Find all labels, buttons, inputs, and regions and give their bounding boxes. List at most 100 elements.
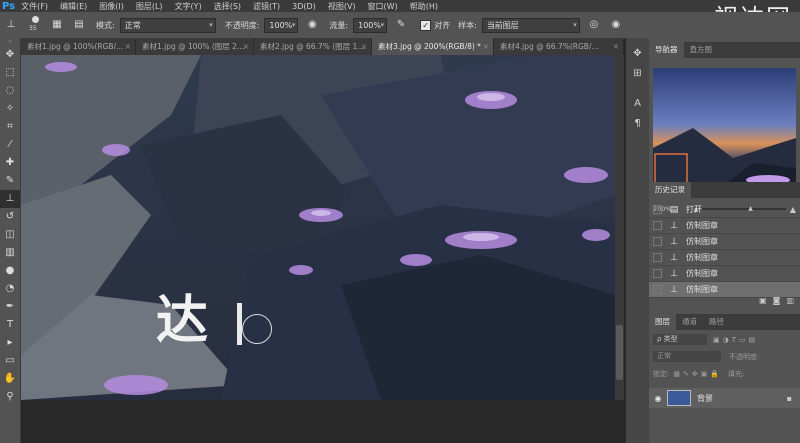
flow-input[interactable]: 100% — [353, 17, 388, 33]
opacity-label: 不透明度: — [224, 20, 260, 30]
tab-doc-4-active[interactable]: 素材3.jpg @ 200%(RGB/8) * × — [372, 38, 494, 55]
snapshot-camera-icon[interactable]: ◙ — [773, 296, 781, 305]
history-item[interactable]: ⊥ 仿制图章 — [649, 266, 800, 282]
history-item[interactable]: ⊥ 仿制图章 — [649, 218, 800, 234]
gradient-tool-icon[interactable]: ▥ — [0, 244, 20, 262]
lasso-tool-icon[interactable]: ◌ — [0, 82, 20, 100]
history-checkbox[interactable] — [653, 205, 662, 214]
blend-mode-select[interactable]: 正常 — [653, 351, 721, 362]
tab-channels[interactable]: 通道 — [676, 314, 703, 330]
history-checkbox[interactable] — [653, 285, 662, 294]
sample-label: 样本: — [458, 20, 477, 30]
tab-navigator[interactable]: 导航器 — [649, 42, 684, 58]
paragraph-panel-icon[interactable]: ¶ — [626, 114, 649, 134]
blur-tool-icon[interactable]: ● — [0, 262, 20, 280]
lock-fill-row: 锁定: ▦✎✥▣🔒 填充: — [653, 368, 796, 379]
right-panels: 导航器 直方图 200% ▲ ▲ ▲ 历史记录 ▤ 打开 ⊥ 仿制图章 ⊥ 仿制… — [649, 38, 800, 443]
menu-edit[interactable]: 编辑(E) — [60, 1, 87, 12]
lock-icons[interactable]: ▦✎✥▣🔒 — [673, 370, 722, 378]
navigator-thumbnail[interactable] — [653, 68, 796, 194]
character-panel-icon[interactable]: A — [626, 94, 649, 114]
toolbar-collapse-icon[interactable]: » — [0, 38, 20, 46]
airbrush-icon[interactable]: ✎ — [394, 18, 408, 32]
mode-select[interactable]: 正常 — [119, 17, 216, 33]
tab-doc-5[interactable]: 素材4.jpg @ 66.7%(RGB/... × — [494, 38, 624, 55]
tab-paths[interactable]: 路径 — [703, 314, 730, 330]
move-panel-icon[interactable]: ✥ — [626, 44, 649, 64]
layer-filter-select[interactable]: ρ 类型 — [653, 334, 707, 345]
history-checkbox[interactable] — [653, 253, 662, 262]
dodge-tool-icon[interactable]: ◔ — [0, 280, 20, 298]
blend-opacity-row: 正常 不透明度: — [653, 351, 796, 362]
tab-doc-3[interactable]: 素材2.jpg @ 66.7% (图层 1... × — [254, 38, 372, 55]
layer-name: 背景 — [697, 393, 713, 403]
clone-source-icon[interactable]: ⊞ — [626, 64, 649, 84]
aligned-checkbox[interactable]: ✓ — [420, 19, 432, 31]
hand-tool-icon[interactable]: ✋ — [0, 370, 20, 388]
brush-preset-picker[interactable]: 35 — [26, 15, 46, 35]
canvas-vertical-scrollbar[interactable] — [615, 55, 624, 400]
type-tool-icon[interactable]: T — [0, 316, 20, 334]
menu-3d[interactable]: 3D(D) — [292, 2, 316, 11]
close-icon[interactable]: × — [613, 38, 619, 55]
crop-tool-icon[interactable]: ⌗ — [0, 118, 20, 136]
move-tool-icon[interactable]: ✥ — [0, 46, 20, 64]
tab-history[interactable]: 历史记录 — [649, 182, 691, 198]
tab-layers[interactable]: 图层 — [649, 314, 676, 330]
quick-select-tool-icon[interactable]: ✧ — [0, 100, 20, 118]
history-item-open[interactable]: ▤ 打开 — [649, 202, 800, 218]
document-canvas[interactable]: 达 — [21, 55, 615, 400]
tab-doc-1[interactable]: 素材1.jpg @ 100%(RGB/... × — [21, 38, 136, 55]
history-item-label: 仿制图章 — [686, 269, 718, 278]
menu-image[interactable]: 图像(I) — [99, 1, 124, 12]
menu-layer[interactable]: 图层(L) — [136, 1, 163, 12]
opacity-input[interactable]: 100% — [264, 17, 299, 33]
healing-brush-tool-icon[interactable]: ✚ — [0, 154, 20, 172]
brush-tool-icon[interactable]: ✎ — [0, 172, 20, 190]
history-brush-tool-icon[interactable]: ↺ — [0, 208, 20, 226]
eye-icon[interactable]: ◉ — [649, 394, 667, 403]
history-item[interactable]: ⊥ 仿制图章 — [649, 234, 800, 250]
eyedropper-tool-icon[interactable]: ⁄ — [0, 136, 20, 154]
close-icon[interactable]: × — [243, 38, 249, 55]
pressure-size-icon[interactable]: ◉ — [609, 18, 623, 32]
menu-file[interactable]: 文件(F) — [21, 1, 48, 12]
menu-type[interactable]: 文字(Y) — [175, 1, 202, 12]
trash-icon[interactable]: ▥ — [786, 296, 794, 305]
brush-panel-toggle-icon[interactable]: ▦ — [50, 18, 64, 32]
tab-doc-2[interactable]: 素材1.jpg @ 100% (图层 2... × — [136, 38, 254, 55]
lock-icon[interactable]: ▪ — [787, 394, 792, 403]
clone-stamp-preset-icon[interactable]: ⊥ — [4, 18, 18, 32]
clone-source-panel-icon[interactable]: ▤ — [72, 18, 86, 32]
layer-row-background[interactable]: ◉ 背景 ▪ — [649, 388, 800, 408]
close-icon[interactable]: × — [361, 38, 367, 55]
path-select-tool-icon[interactable]: ▸ — [0, 334, 20, 352]
menu-window[interactable]: 窗口(W) — [368, 1, 398, 12]
clone-stamp-tool-icon[interactable]: ⊥ — [0, 190, 20, 208]
menu-view[interactable]: 视图(V) — [328, 1, 356, 12]
navigator-preview-image — [653, 68, 796, 194]
shape-tool-icon[interactable]: ▭ — [0, 352, 20, 370]
new-document-from-state-icon[interactable]: ▣ — [759, 296, 767, 305]
pressure-opacity-icon[interactable]: ◉ — [305, 18, 319, 32]
menu-select[interactable]: 选择(S) — [214, 1, 241, 12]
pen-tool-icon[interactable]: ✒ — [0, 298, 20, 316]
history-checkbox[interactable] — [653, 221, 662, 230]
marquee-tool-icon[interactable]: ⬚ — [0, 64, 20, 82]
menu-help[interactable]: 帮助(H) — [410, 1, 438, 12]
zoom-tool-icon[interactable]: ⚲ — [0, 388, 20, 406]
history-item[interactable]: ⊥ 仿制图章 — [649, 250, 800, 266]
clone-stamp-icon: ⊥ — [670, 220, 678, 231]
layer-filter-icons[interactable]: ▣◑T▭▤ — [713, 336, 758, 344]
clone-stamp-icon: ⊥ — [670, 284, 678, 295]
menu-filter[interactable]: 滤镜(T) — [253, 1, 280, 12]
scroll-thumb[interactable] — [616, 325, 623, 380]
ignore-adjustment-layers-icon[interactable]: ◎ — [587, 18, 601, 32]
history-checkbox[interactable] — [653, 269, 662, 278]
tab-histogram[interactable]: 直方图 — [684, 42, 719, 58]
history-checkbox[interactable] — [653, 237, 662, 246]
close-icon[interactable]: × — [483, 38, 489, 55]
close-icon[interactable]: × — [125, 38, 131, 55]
sample-select[interactable]: 当前图层 — [481, 17, 580, 33]
eraser-tool-icon[interactable]: ◫ — [0, 226, 20, 244]
